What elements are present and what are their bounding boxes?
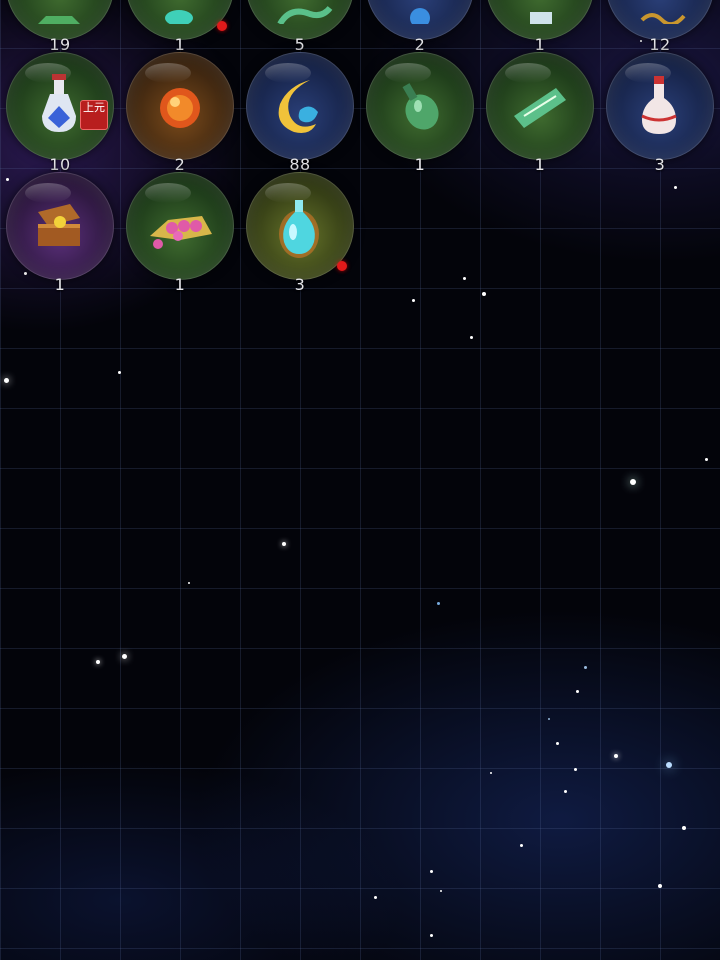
cyan-elixir-bottle-icon [279,200,319,258]
item-inventory-grid: 19 1 5 2 1 12 上元 10 2 88 1 1 3 1 1 3 [0,0,720,300]
green-gem-icon [38,16,80,24]
item-count: 3 [294,275,306,294]
inventory-slot[interactable]: 1 [120,0,240,54]
new-item-indicator [337,261,347,271]
inventory-slot[interactable]: 12 [600,0,720,54]
item-badge: 上元 [80,100,108,130]
inventory-slot[interactable]: 19 [0,0,120,54]
pink-pearls-icon [150,216,212,249]
item-count: 1 [174,275,186,294]
inventory-slot[interactable]: 3 [600,52,720,174]
green-talisman-icon [514,88,566,128]
inventory-slot[interactable]: 2 [120,52,240,174]
blue-flower-icon [410,8,430,24]
scroll-icon [530,12,552,24]
inventory-slot[interactable]: 1 [360,52,480,174]
inventory-slot[interactable]: 3 [240,172,360,294]
inventory-slot[interactable]: 1 [0,172,120,294]
fire-orb-icon [160,88,200,128]
inventory-slot[interactable]: 2 [360,0,480,54]
item-count: 1 [414,155,426,174]
inventory-slot[interactable]: 5 [240,0,360,54]
item-count: 1 [54,275,66,294]
teal-crystal-icon [165,10,193,24]
golden-tassel-icon [640,13,686,24]
inventory-slot[interactable]: 1 [480,52,600,174]
inventory-slot[interactable]: 1 [480,0,600,54]
item-count: 3 [654,155,666,174]
new-item-indicator [217,21,227,31]
inventory-slot[interactable]: 1 [120,172,240,294]
inventory-slot[interactable]: 上元 10 [0,52,120,174]
white-vase-icon [641,76,677,134]
green-flask-icon [402,83,439,130]
treasure-chest-icon [38,204,80,246]
item-count: 1 [534,155,546,174]
inventory-slot[interactable]: 88 [240,52,360,174]
green-feather-icon [277,6,333,24]
golden-swirl-icon [278,80,318,133]
